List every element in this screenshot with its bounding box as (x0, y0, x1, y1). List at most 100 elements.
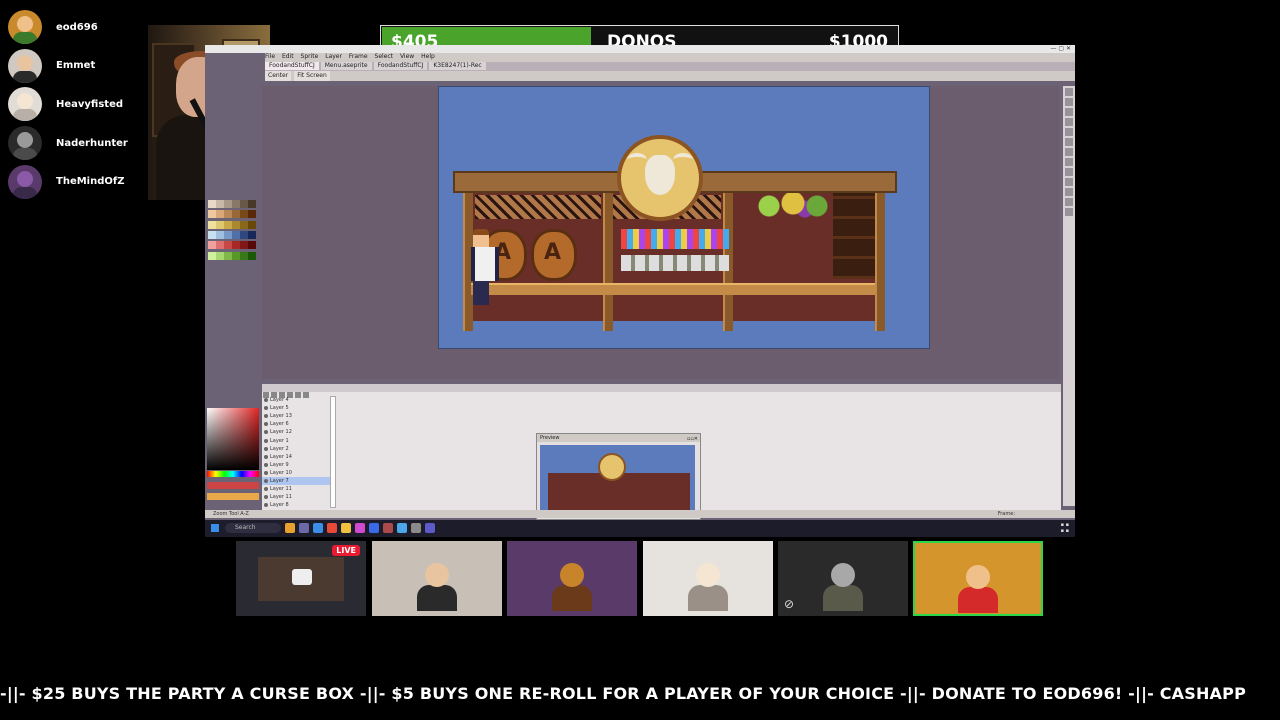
menu-frame[interactable]: Frame (349, 53, 368, 60)
taskbar-app-icon[interactable] (285, 523, 295, 533)
palette-swatch[interactable] (216, 220, 224, 229)
layer-row-selected[interactable]: Layer 7 (262, 476, 332, 486)
palette-swatch[interactable] (240, 241, 248, 250)
color-picker[interactable] (207, 408, 259, 470)
palette-swatch[interactable] (216, 200, 224, 208)
palette-swatch[interactable] (224, 251, 232, 260)
fit-screen-button[interactable]: Fit Screen (294, 71, 330, 81)
palette-swatch[interactable] (248, 210, 256, 219)
eye-icon[interactable] (264, 398, 268, 403)
eye-icon[interactable] (264, 454, 268, 459)
tile-naderhunter[interactable]: ⊘ (778, 541, 908, 616)
palette-swatch[interactable] (224, 220, 232, 229)
eye-icon[interactable] (264, 430, 268, 435)
menu-sprite[interactable]: Sprite (301, 53, 319, 60)
taskbar-app-icon[interactable] (369, 523, 379, 533)
palette-swatch[interactable] (248, 220, 256, 229)
palette-swatch[interactable] (208, 230, 216, 239)
preview-window[interactable]: Preview ▫▫✕ (536, 433, 701, 520)
taskbar-app-icon[interactable] (327, 523, 337, 533)
taskbar-app-icon[interactable] (313, 523, 323, 533)
palette-swatch[interactable] (240, 210, 248, 219)
layer-row[interactable]: Layer 8 (262, 501, 332, 509)
layer-row[interactable]: Layer 5 (262, 404, 332, 412)
eye-icon[interactable] (264, 503, 268, 508)
palette-swatch[interactable] (216, 241, 224, 250)
window-controls[interactable]: — ▢ ✕ (1050, 45, 1071, 52)
palette-swatch[interactable] (224, 210, 232, 219)
palette-swatch[interactable] (208, 251, 216, 260)
windows-start-icon[interactable] (211, 524, 219, 532)
palette-swatch[interactable] (208, 210, 216, 219)
background-color[interactable] (207, 493, 259, 500)
taskbar-app-icon[interactable] (299, 523, 309, 533)
pencil-tool-icon[interactable] (1065, 118, 1073, 126)
palette-swatch[interactable] (208, 200, 216, 208)
tile-stream-preview[interactable]: LIVE (236, 541, 366, 616)
zoom-tool-icon[interactable] (1065, 158, 1073, 166)
eye-icon[interactable] (264, 414, 268, 419)
palette-swatch[interactable] (232, 210, 240, 219)
layer-row[interactable]: Layer 10 (262, 469, 332, 477)
eraser-tool-icon[interactable] (1065, 138, 1073, 146)
frame-column[interactable] (330, 396, 336, 508)
fill-tool-icon[interactable] (1065, 178, 1073, 186)
menu-view[interactable]: View (400, 53, 414, 60)
taskbar-app-icon[interactable] (425, 523, 435, 533)
eyedropper-tool-icon[interactable] (1065, 148, 1073, 156)
tile-themindofz[interactable] (507, 541, 637, 616)
taskbar-app-icon[interactable] (383, 523, 393, 533)
line-tool-icon[interactable] (1065, 188, 1073, 196)
canvas-area[interactable] (262, 86, 1059, 420)
eye-icon[interactable] (264, 422, 268, 427)
palette-swatch[interactable] (240, 200, 248, 208)
eye-icon[interactable] (264, 446, 268, 451)
palette-swatch[interactable] (248, 230, 256, 239)
palette-swatch[interactable] (216, 210, 224, 219)
center-button[interactable]: Center (265, 71, 292, 81)
hue-slider[interactable] (207, 471, 259, 477)
layer-row[interactable]: Layer 9 (262, 461, 332, 469)
sprite-canvas[interactable] (438, 86, 930, 349)
palette-swatch[interactable] (208, 241, 216, 250)
eye-icon[interactable] (264, 487, 268, 492)
layer-row[interactable]: Layer 6 (262, 420, 332, 428)
playback-controls[interactable] (262, 384, 1061, 398)
palette-swatch[interactable] (248, 241, 256, 250)
spray-tool-icon[interactable] (1065, 128, 1073, 136)
layer-row[interactable]: Layer 1 (262, 436, 332, 444)
color-palette[interactable] (208, 200, 258, 262)
rect-tool-icon[interactable] (1065, 198, 1073, 206)
wand-tool-icon[interactable] (1065, 108, 1073, 116)
menu-select[interactable]: Select (375, 53, 394, 60)
layer-row[interactable]: Layer 14 (262, 453, 332, 461)
tab-document-1[interactable]: FoodandStuffCJ (265, 62, 319, 70)
taskbar-search[interactable]: Search (225, 523, 281, 533)
tile-heavyfisted[interactable] (643, 541, 773, 616)
tile-emmet[interactable] (372, 541, 502, 616)
lasso-tool-icon[interactable] (1065, 98, 1073, 106)
foreground-color[interactable] (207, 482, 259, 489)
layer-row[interactable]: Layer 13 (262, 412, 332, 420)
layer-row[interactable]: Layer 11 (262, 485, 332, 493)
text-tool-icon[interactable] (1065, 208, 1073, 216)
eye-icon[interactable] (264, 406, 268, 411)
tab-document-4[interactable]: K3E8247(1)-Rec (429, 62, 486, 70)
palette-swatch[interactable] (240, 251, 248, 260)
layer-row[interactable]: Layer 12 (262, 428, 332, 436)
palette-swatch[interactable] (216, 251, 224, 260)
layer-row[interactable]: Layer 2 (262, 445, 332, 453)
taskbar-app-icon[interactable] (355, 523, 365, 533)
menu-layer[interactable]: Layer (325, 53, 342, 60)
tab-document-2[interactable]: Menu.aseprite (320, 62, 372, 70)
layer-row[interactable]: Layer 11 (262, 493, 332, 501)
marquee-tool-icon[interactable] (1065, 88, 1073, 96)
move-tool-icon[interactable] (1065, 168, 1073, 176)
menu-help[interactable]: Help (421, 53, 435, 60)
palette-swatch[interactable] (224, 241, 232, 250)
tab-document-3[interactable]: FoodandStuffCJ (373, 62, 428, 70)
palette-swatch[interactable] (224, 230, 232, 239)
preview-titlebar[interactable]: Preview ▫▫✕ (537, 434, 700, 442)
layer-row[interactable]: Layer 4 (262, 396, 332, 404)
eye-icon[interactable] (264, 470, 268, 475)
